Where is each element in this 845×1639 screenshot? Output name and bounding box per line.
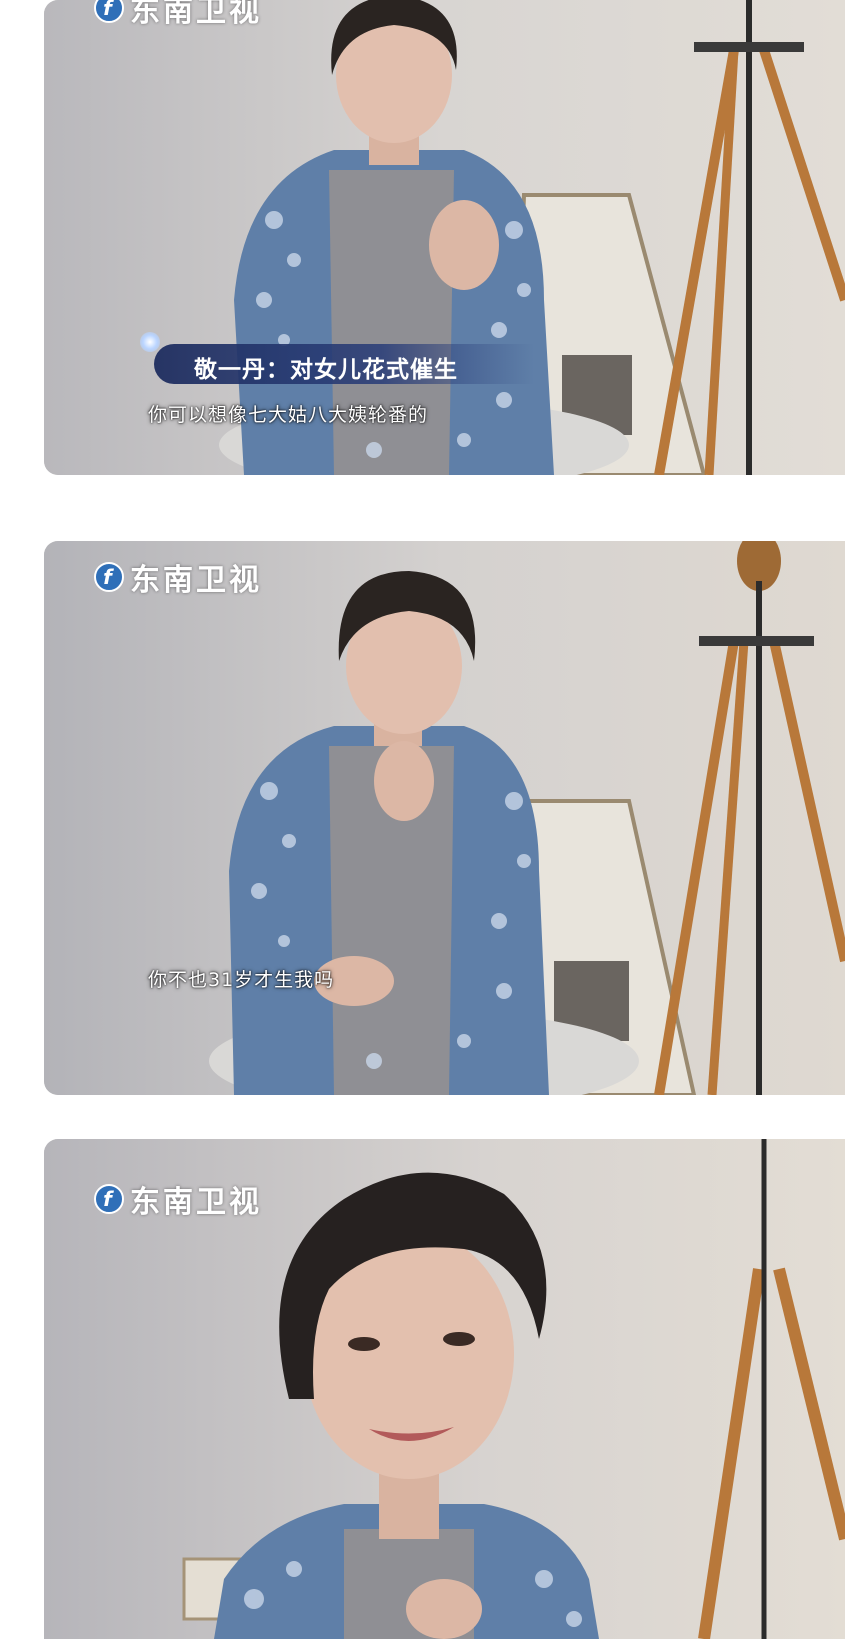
name-caption: 敬一丹：对女儿花式催生 xyxy=(194,357,458,383)
video-frame-3: f 东南卫视 xyxy=(44,1139,845,1639)
channel-logo-text: 东南卫视 xyxy=(130,1185,262,1220)
scene-image-2 xyxy=(44,541,845,1095)
channel-logo-icon: f xyxy=(94,1184,124,1214)
channel-logo: f 东南卫视 xyxy=(94,555,262,599)
channel-logo-text: 东南卫视 xyxy=(130,0,262,29)
subtitle: 你不也31岁才生我吗 xyxy=(148,969,335,991)
channel-logo-icon: f xyxy=(94,562,124,592)
video-frame-1: f 东南卫视 敬一丹：对女儿花式催生 你可以想像七大姑八大姨轮番的 xyxy=(44,0,845,475)
name-caption-bar: 敬一丹：对女儿花式催生 xyxy=(140,332,534,384)
channel-logo: f 东南卫视 xyxy=(94,0,262,30)
channel-logo: f 东南卫视 xyxy=(94,1177,262,1221)
channel-logo-icon: f xyxy=(94,0,124,23)
caption-glow-icon xyxy=(140,332,160,352)
subtitle: 你可以想像七大姑八大姨轮番的 xyxy=(148,404,429,426)
channel-logo-text: 东南卫视 xyxy=(130,563,262,598)
video-frame-2: f 东南卫视 你不也31岁才生我吗 xyxy=(44,541,845,1095)
